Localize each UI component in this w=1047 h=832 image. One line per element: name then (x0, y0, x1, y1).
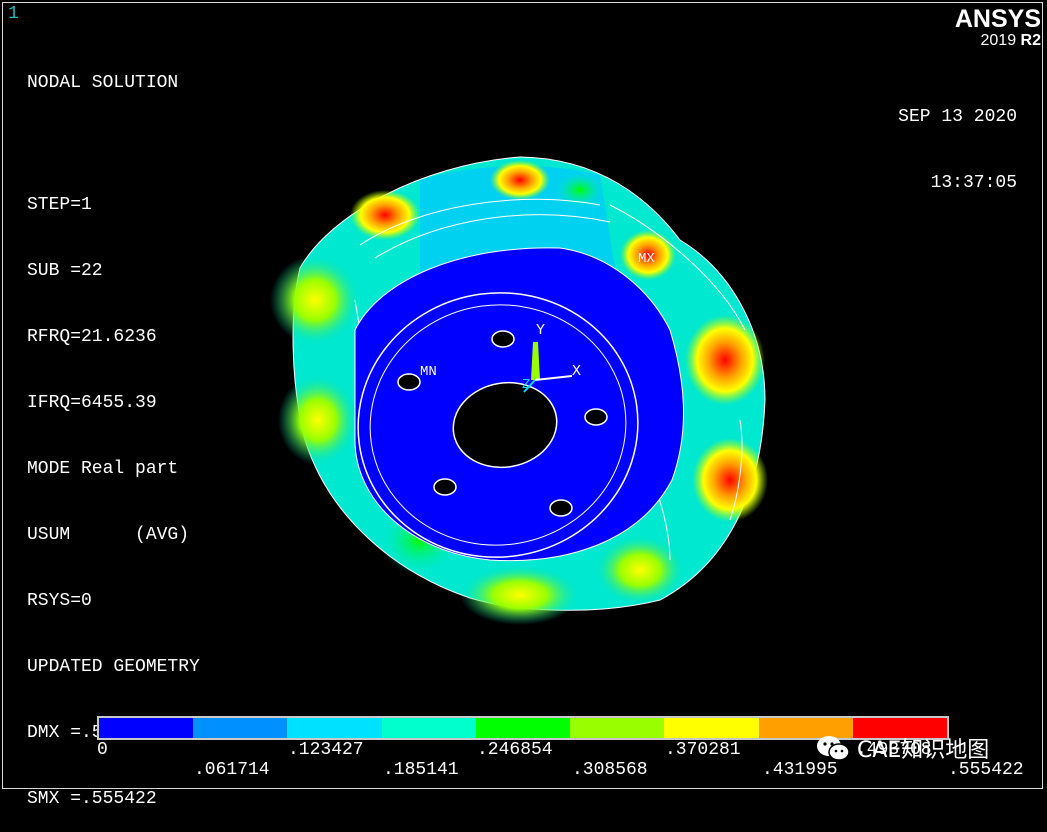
legend-tick-upper: .246854 (477, 740, 553, 760)
hotspot-right-lower (692, 438, 768, 522)
hotspot-top-mid (555, 172, 605, 208)
legend-band (381, 718, 476, 738)
model-viewport[interactable]: Y X Z MX MN (0, 0, 1047, 793)
triad-y-label: Y (536, 322, 545, 339)
legend-band (664, 718, 759, 738)
triad-z-label: Z (522, 377, 530, 393)
bolt-hole (549, 499, 573, 517)
watermark: CAE知识地图 (815, 732, 989, 764)
triad-x-label: X (572, 363, 581, 380)
bolt-hole (433, 478, 457, 496)
hotspot-top (490, 160, 550, 200)
hotspot-bottom (460, 565, 580, 625)
wechat-icon (817, 736, 850, 761)
legend-band (99, 718, 194, 738)
legend-tick-upper: .123427 (288, 740, 364, 760)
legend-tick-lower: .185141 (383, 760, 459, 780)
hotspot-left-lower (278, 375, 358, 465)
legend-tick-upper: .370281 (665, 740, 741, 760)
legend-tick-upper: 0 (97, 740, 108, 760)
bolt-hole (397, 373, 421, 391)
bolt-hole (491, 330, 515, 348)
legend-tick-lower: .308568 (572, 760, 648, 780)
legend-band (193, 718, 288, 738)
watermark-text: CAE知识地图 (857, 738, 990, 763)
legend-band (570, 718, 665, 738)
hotspot-right (685, 315, 765, 405)
min-marker: MN (420, 364, 437, 380)
hotspot-left (270, 255, 360, 345)
legend-band (475, 718, 571, 738)
max-marker: MX (638, 251, 655, 267)
legend-tick-lower: .061714 (194, 760, 270, 780)
bolt-hole (584, 408, 608, 426)
hotspot-bottom-right (595, 535, 685, 605)
hotspot-top-left (350, 190, 420, 240)
brake-disc-model[interactable] (270, 156, 768, 625)
legend-band (287, 718, 382, 738)
